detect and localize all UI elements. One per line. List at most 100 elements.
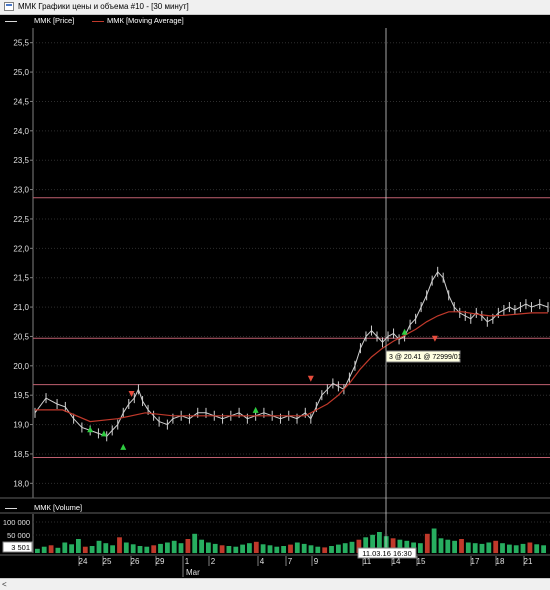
- horizontal-scrollbar[interactable]: <: [0, 578, 550, 590]
- volume-bar: [253, 541, 259, 553]
- volume-bar: [123, 542, 129, 553]
- sell-marker: [307, 375, 314, 382]
- volume-bar: [465, 542, 471, 553]
- volume-bar: [288, 544, 293, 553]
- crosshair-tooltip: 3 @ 20.41 @ 72999/01: [389, 354, 462, 361]
- volume-bar: [418, 543, 423, 553]
- x-tick-label: 2: [211, 557, 216, 566]
- y-tick-label: 18,5: [13, 450, 29, 459]
- volume-bar: [192, 533, 198, 554]
- volume-bar: [55, 547, 61, 554]
- y-tick-label: 25,5: [13, 39, 29, 48]
- x-month-label: Mar: [186, 568, 200, 577]
- y-tick-label: 18,0: [13, 479, 29, 488]
- volume-bar: [247, 543, 252, 553]
- y-tick-label: 21,5: [13, 274, 29, 283]
- y-tick-label: 20,5: [13, 332, 29, 341]
- x-tick-label: 26: [131, 557, 140, 566]
- volume-bar: [144, 546, 150, 553]
- volume-tick-label: 50 000: [7, 531, 30, 540]
- volume-bar: [424, 533, 430, 554]
- sell-marker: [128, 391, 135, 398]
- volume-bar: [315, 546, 321, 553]
- volume-current-value: 3 501: [11, 543, 30, 552]
- x-tick-label: 15: [417, 557, 426, 566]
- volume-bar: [274, 546, 280, 553]
- volume-bar: [452, 540, 457, 554]
- y-tick-label: 23,0: [13, 186, 29, 195]
- volume-bar: [48, 545, 54, 553]
- volume-bar: [233, 546, 239, 553]
- volume-bar: [349, 541, 355, 553]
- x-tick-label: 21: [524, 557, 533, 566]
- volume-bar: [472, 543, 478, 553]
- volume-bar: [431, 528, 437, 553]
- volume-bar: [82, 546, 88, 553]
- volume-bar: [438, 538, 444, 553]
- volume-bar: [267, 545, 273, 553]
- volume-bar: [117, 537, 122, 554]
- volume-bar: [493, 540, 499, 554]
- volume-bar: [486, 542, 492, 553]
- volume-bar: [336, 544, 341, 553]
- volume-bar: [171, 540, 177, 554]
- volume-bar: [96, 540, 102, 554]
- volume-bar: [260, 544, 266, 554]
- volume-bar: [130, 544, 136, 554]
- volume-bar: [342, 543, 348, 553]
- volume-bar: [445, 539, 451, 553]
- y-tick-label: 24,5: [13, 97, 29, 106]
- volume-bar: [151, 545, 157, 553]
- volume-bar: [69, 544, 74, 554]
- volume-bar: [281, 546, 286, 553]
- volume-bar: [185, 539, 191, 553]
- buy-marker: [100, 430, 107, 437]
- volume-bar: [459, 539, 464, 553]
- volume-bar: [329, 546, 334, 553]
- volume-bar: [240, 544, 245, 553]
- volume-bar: [35, 548, 40, 553]
- volume-bar: [206, 542, 211, 553]
- volume-bar: [520, 543, 526, 553]
- volume-tick-label: 100 000: [3, 518, 30, 527]
- volume-bar: [41, 546, 47, 553]
- volume-bar: [137, 546, 143, 553]
- volume-bar: [301, 543, 307, 553]
- volume-bar: [219, 545, 225, 553]
- buy-marker: [120, 443, 127, 450]
- scroll-left-icon[interactable]: <: [2, 579, 7, 590]
- y-tick-label: 19,0: [13, 421, 29, 430]
- volume-bar: [212, 543, 218, 553]
- crosshair-date-label: 11.03.16 16:30: [362, 549, 412, 558]
- volume-bar: [110, 545, 115, 553]
- volume-bar: [500, 543, 505, 553]
- volume-bar: [513, 545, 519, 553]
- volume-bar: [76, 539, 81, 553]
- buy-marker: [252, 406, 259, 413]
- volume-bar: [158, 543, 163, 553]
- x-tick-label: 18: [496, 557, 505, 566]
- volume-bar: [165, 542, 170, 553]
- volume-bar: [541, 545, 546, 553]
- x-tick-label: 7: [288, 557, 293, 566]
- volume-bar: [178, 543, 184, 553]
- y-tick-label: 22,5: [13, 215, 29, 224]
- y-tick-label: 24,0: [13, 127, 29, 136]
- price-chart[interactable]: 25,5 25,0 24,5 24,0 23,5 23,0 22,5 22,0 21,5 21,0…: [0, 0, 550, 589]
- volume-bar: [534, 544, 540, 554]
- x-tick-label: 17: [471, 557, 480, 566]
- price-series-line: [34, 270, 549, 437]
- y-tick-label: 21,0: [13, 303, 29, 312]
- sell-marker: [431, 335, 438, 342]
- volume-bar: [62, 542, 68, 553]
- y-tick-label: 22,0: [13, 244, 29, 253]
- y-tick-label: 20,0: [13, 362, 29, 371]
- x-tick-label: 24: [79, 557, 88, 566]
- x-tick-label: 9: [314, 557, 319, 566]
- volume-bar: [199, 539, 204, 553]
- x-tick-label: 29: [156, 557, 165, 566]
- volume-bar: [294, 542, 300, 553]
- x-tick-label: 4: [260, 557, 265, 566]
- volume-bar: [479, 543, 485, 553]
- volume-bar: [527, 542, 533, 553]
